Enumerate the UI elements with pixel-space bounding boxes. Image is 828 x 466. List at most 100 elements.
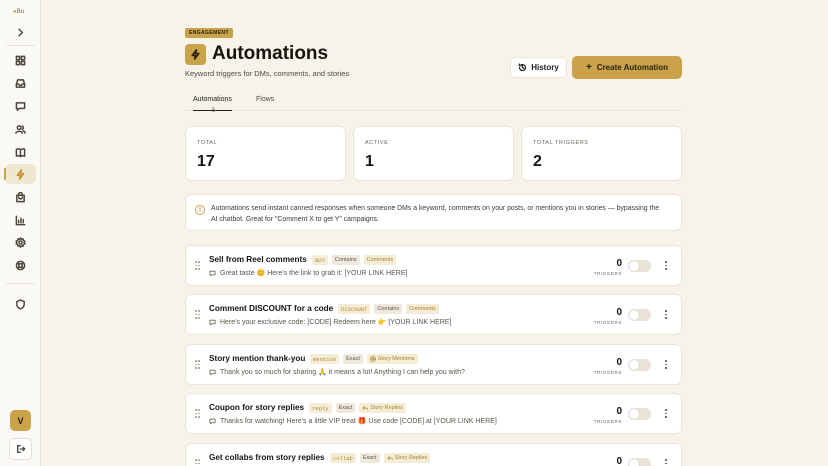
sidebar-item-security[interactable] — [5, 294, 36, 314]
sidebar-divider — [6, 45, 35, 46]
inbox-icon — [15, 78, 26, 88]
automation-card[interactable]: Coupon for story replies reply Exact Sto… — [185, 393, 682, 434]
match-type-chip: Exact — [359, 453, 380, 463]
drag-handle-icon[interactable] — [195, 261, 201, 270]
reply-icon — [362, 406, 369, 410]
info-banner: ! Automations send instant canned respon… — [185, 194, 682, 231]
page-title: Automations — [212, 43, 329, 64]
drag-handle-icon[interactable] — [195, 310, 201, 319]
message-icon — [209, 418, 216, 424]
message-icon — [209, 319, 216, 325]
response-preview: Here's your exclusive code: [CODE] Redee… — [209, 318, 451, 326]
messages-icon — [15, 101, 26, 111]
sidebar-item-messages[interactable] — [5, 96, 36, 116]
history-button[interactable]: History — [510, 57, 567, 78]
shield-icon — [16, 298, 25, 310]
logout-button[interactable] — [9, 438, 32, 460]
active-toggle[interactable] — [628, 309, 651, 321]
plus-icon: + — [585, 61, 592, 73]
section-eyebrow-badge: ENGAGEMENT — [185, 28, 233, 38]
active-toggle[interactable] — [628, 408, 651, 420]
keyword-chip: collab — [330, 453, 356, 463]
active-toggle[interactable] — [628, 260, 651, 272]
tab-flows[interactable]: Flows 5 — [212, 96, 275, 114]
automation-card[interactable]: Story mention thank-you mention Exact St… — [185, 344, 682, 385]
message-icon — [209, 270, 216, 276]
automation-tags: mention Exact Story Mentions — [310, 354, 418, 364]
dashboard-icon — [15, 55, 26, 65]
reply-icon — [387, 456, 393, 460]
automation-tags: collab Exact Story Replies — [330, 453, 431, 463]
sidebar-item-settings[interactable] — [5, 232, 36, 252]
user-avatar[interactable]: V — [10, 410, 31, 431]
keyword-chip: reply — [309, 403, 332, 413]
source-chip: Story Replies — [359, 403, 406, 413]
trigger-count: 0 — [616, 307, 622, 318]
shopping-bag-icon — [16, 191, 25, 202]
sidebar-item-analytics[interactable] — [5, 210, 36, 230]
more-options-icon[interactable] — [664, 310, 668, 320]
lightning-icon — [191, 49, 200, 60]
source-chip: Story Mentions — [366, 354, 418, 364]
match-type-chip: Exact — [343, 354, 363, 364]
sidebar-item-knowledge[interactable] — [5, 142, 36, 162]
tab-count-badge: 5 — [211, 108, 216, 114]
source-label: Story Replies — [370, 405, 403, 411]
lifebuoy-icon — [15, 260, 26, 270]
trigger-count: 0 — [616, 357, 622, 368]
stat-label: ACTIVE — [365, 140, 389, 146]
more-options-icon[interactable] — [664, 459, 668, 466]
automation-card[interactable]: Get collabs from story replies collab Ex… — [185, 443, 682, 466]
source-chip: Comments — [406, 304, 439, 314]
stat-value: 1 — [365, 153, 374, 170]
more-options-icon[interactable] — [664, 261, 668, 271]
create-automation-button[interactable]: + Create Automation — [572, 56, 682, 79]
history-button-label: History — [531, 63, 559, 72]
trigger-count-label: TRIGGERS — [593, 271, 622, 276]
create-automation-label: Create Automation — [596, 63, 669, 72]
sidebar-item-support[interactable] — [5, 255, 36, 275]
tab-label: Automations — [193, 96, 232, 103]
trigger-count-label: TRIGGERS — [593, 370, 622, 375]
sidebar: ●Bu V — [0, 0, 41, 466]
page-subtitle: Keyword triggers for DMs, comments, and … — [185, 69, 350, 78]
at-icon — [370, 356, 376, 362]
drag-handle-icon[interactable] — [195, 459, 201, 466]
info-text: Automations send instant canned response… — [211, 205, 660, 223]
sidebar-item-products[interactable] — [5, 187, 36, 207]
history-icon — [518, 63, 527, 72]
sidebar-divider — [6, 283, 35, 284]
source-chip: Story Replies — [383, 453, 431, 463]
active-toggle[interactable] — [628, 458, 651, 466]
sidebar-item-contacts[interactable] — [5, 119, 36, 139]
automation-tags: DISCOUNT Contains Comments — [338, 304, 439, 314]
source-label: Story Replies — [394, 455, 428, 461]
message-icon — [209, 369, 216, 375]
more-options-icon[interactable] — [664, 360, 668, 370]
active-toggle[interactable] — [628, 359, 651, 371]
automation-card[interactable]: Comment DISCOUNT for a code DISCOUNT Con… — [185, 294, 682, 335]
drag-handle-icon[interactable] — [195, 360, 201, 369]
sidebar-item-inbox[interactable] — [5, 73, 36, 93]
sidebar-item-dashboard[interactable] — [5, 50, 36, 70]
sidebar-item-automations[interactable] — [4, 164, 36, 184]
match-type-chip: Contains — [331, 255, 360, 265]
trigger-count: 0 — [616, 406, 622, 417]
automation-card[interactable]: Sell from Reel comments BUY Contains Com… — [185, 245, 682, 286]
stat-card-active: ACTIVE 1 — [353, 126, 514, 181]
trigger-count-label: TRIGGERS — [593, 320, 622, 325]
keyword-chip: mention — [310, 354, 340, 364]
response-text: Here's your exclusive code: [CODE] Redee… — [220, 319, 452, 326]
response-text: Thanks for watching! Here's a little VIP… — [220, 418, 497, 425]
automation-tags: reply Exact Story Replies — [309, 403, 406, 413]
brand-logo: ●Bu — [13, 9, 24, 15]
expand-sidebar-button[interactable] — [5, 22, 36, 42]
match-type-chip: Exact — [335, 403, 356, 413]
drag-handle-icon[interactable] — [195, 409, 201, 418]
more-options-icon[interactable] — [664, 409, 668, 419]
stat-card-total-triggers: TOTAL TRIGGERS 2 — [521, 126, 682, 181]
keyword-chip: BUY — [312, 255, 328, 265]
trigger-count: 0 — [616, 258, 622, 269]
chevron-right-icon — [18, 28, 24, 36]
tab-label: Flows — [256, 96, 275, 103]
